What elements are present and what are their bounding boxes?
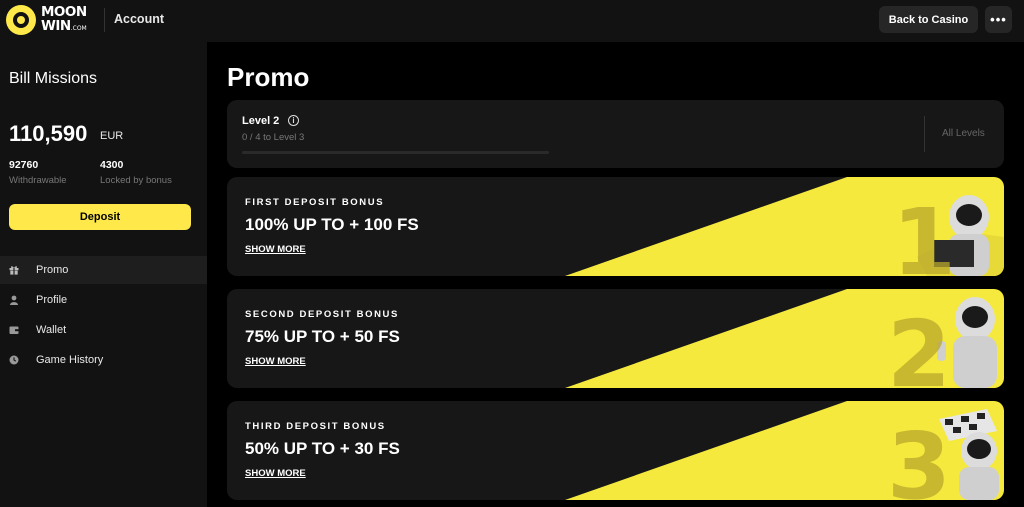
level-card: Level 2 i 0 / 4 to Level 3 All Levels: [227, 100, 1004, 168]
balance-currency: EUR: [100, 130, 124, 142]
user-name: Bill Missions: [9, 70, 98, 87]
withdrawable-value: 92760: [9, 159, 39, 171]
bonus-number: 3: [887, 413, 952, 501]
wallet-icon: [9, 326, 19, 334]
header-divider: [104, 8, 105, 32]
moonwin-logo[interactable]: MOON WIN.COM: [6, 4, 98, 36]
bonus-label: SECOND DEPOSIT BONUS: [245, 309, 399, 320]
sidebar-item-game-history[interactable]: Game History: [0, 346, 207, 374]
sidebar-item-label: Wallet: [36, 324, 67, 336]
bonus-card-third[interactable]: 3 THIRD DEPOSIT BONUS 50% UP TO + 30 FS …: [227, 401, 1004, 500]
logo-wordmark: MOON WIN.COM: [41, 4, 87, 34]
bonus-title: 100% UP TO + 100 FS: [245, 215, 419, 234]
section-title: Account: [114, 12, 164, 26]
page-title: Promo: [227, 62, 310, 92]
locked-label: Locked by bonus: [100, 175, 172, 186]
level-progress-bar: [242, 151, 549, 154]
bonus-number: 1: [892, 189, 957, 277]
sidebar-item-promo[interactable]: Promo: [0, 256, 207, 284]
level-title: Level 2: [242, 115, 280, 127]
sidebar-item-label: Promo: [36, 264, 69, 276]
info-icon[interactable]: i: [288, 115, 299, 126]
gift-icon: [9, 266, 19, 275]
sidebar-item-label: Profile: [36, 294, 68, 306]
locked-value: 4300: [100, 159, 124, 171]
bonus-number: 2: [887, 301, 952, 389]
bonus-card-first[interactable]: 1 FIRST DEPOSIT BONUS 100% UP TO + 100 F…: [227, 177, 1004, 276]
bonus-label: FIRST DEPOSIT BONUS: [245, 197, 385, 208]
show-more-link[interactable]: SHOW MORE: [245, 468, 306, 479]
ellipsis-icon: •••: [990, 12, 1007, 27]
deposit-button[interactable]: Deposit: [9, 204, 191, 230]
all-levels-link[interactable]: All Levels: [942, 128, 985, 139]
bonus-title: 75% UP TO + 50 FS: [245, 327, 400, 346]
withdrawable-label: Withdrawable: [9, 175, 67, 186]
top-bar: MOON WIN.COM Account Back to Casino •••: [0, 0, 1024, 42]
user-icon: [10, 295, 18, 305]
sidebar-item-label: Game History: [36, 354, 104, 366]
show-more-link[interactable]: SHOW MORE: [245, 244, 306, 255]
sidebar: Bill Missions 110,590 EUR 92760 Withdraw…: [0, 42, 207, 507]
level-progress-text: 0 / 4 to Level 3: [242, 132, 305, 143]
sidebar-item-profile[interactable]: Profile: [0, 286, 207, 314]
bonus-title: 50% UP TO + 30 FS: [245, 439, 400, 458]
show-more-link[interactable]: SHOW MORE: [245, 356, 306, 367]
level-divider: [924, 116, 925, 152]
bonus-label: THIRD DEPOSIT BONUS: [245, 421, 386, 432]
sidebar-item-wallet[interactable]: Wallet: [0, 316, 207, 344]
back-to-casino-button[interactable]: Back to Casino: [879, 6, 978, 33]
more-options-button[interactable]: •••: [985, 6, 1012, 33]
clock-icon: [9, 355, 19, 365]
bonus-card-second[interactable]: 2 SECOND DEPOSIT BONUS 75% UP TO + 50 FS…: [227, 289, 1004, 388]
balance-amount: 110,590: [9, 121, 88, 146]
moon-logo-icon: [6, 5, 36, 35]
